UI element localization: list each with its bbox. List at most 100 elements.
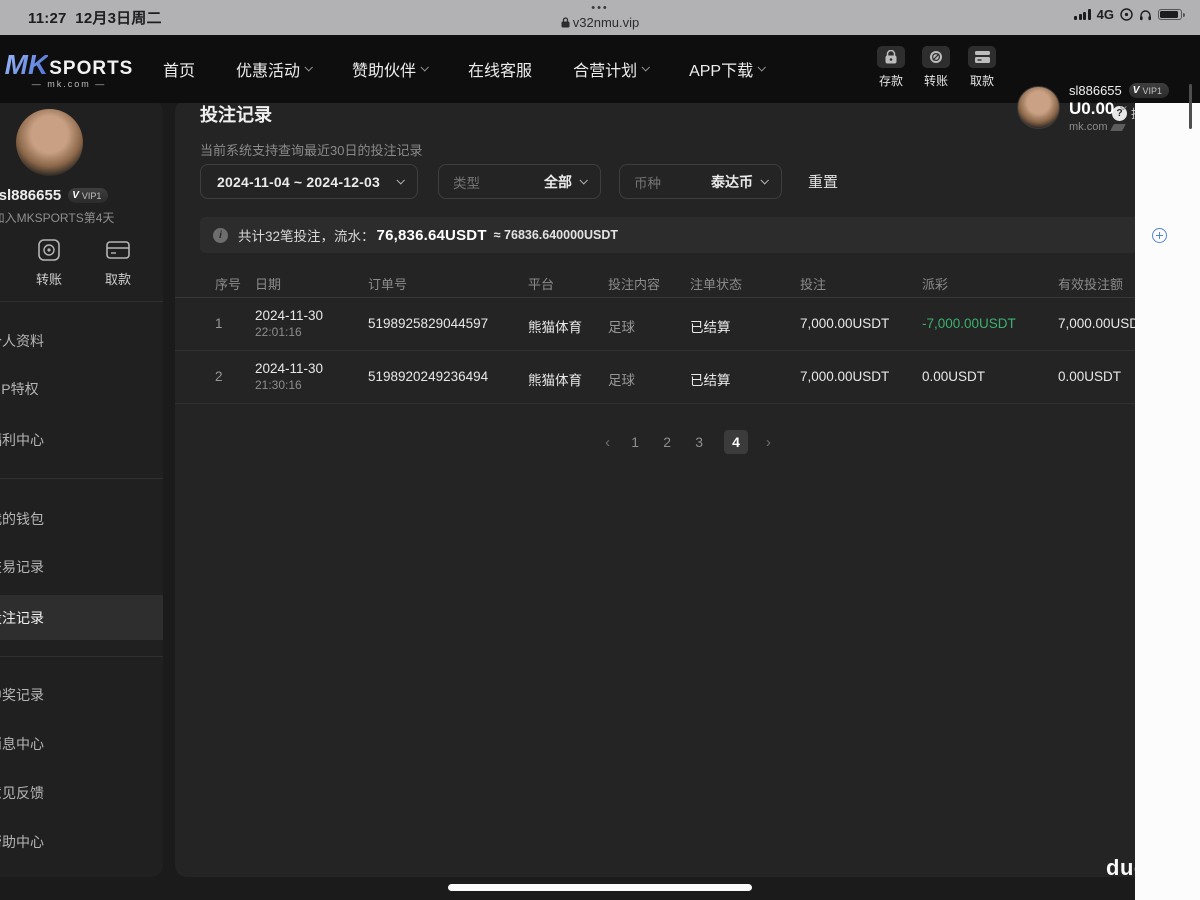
page-2[interactable]: 2 xyxy=(660,434,674,450)
home-indicator[interactable] xyxy=(448,884,752,891)
top-navbar: MK SPORTS — mk.com — 首页 优惠活动 赞助伙伴 在线客服 合… xyxy=(0,35,1200,133)
row-time-text: 22:01:16 xyxy=(255,325,302,339)
site-label: mk.com xyxy=(1069,121,1126,133)
row-date: 2024-11-30 22:01:16 xyxy=(255,308,323,339)
sidebar-item-message-center[interactable]: 消息中心 xyxy=(0,734,44,754)
balance-value: U0.00 xyxy=(1069,99,1115,118)
sidebar-item-winning-records[interactable]: 中奖记录 xyxy=(0,685,44,705)
page-4-active[interactable]: 4 xyxy=(724,430,748,454)
sidebar-transfer-label: 转账 xyxy=(35,272,62,287)
nav-item-app-download[interactable]: APP下载 xyxy=(689,57,767,81)
site-text: mk.com xyxy=(1069,121,1108,133)
right-white-panel xyxy=(1135,103,1200,900)
nav-item-label: APP下载 xyxy=(689,63,754,80)
vip-level-text: VIP1 xyxy=(81,190,102,201)
row-no: 2 xyxy=(215,369,223,384)
table-header: 序号 日期 订单号 平台 投注内容 注单状态 投注 派彩 有效投注额 xyxy=(175,268,1175,298)
vip-v-icon: V xyxy=(72,190,79,201)
sidebar-item-vip-privileges[interactable]: VIP特权 xyxy=(0,379,39,399)
prev-page-icon[interactable]: ‹ xyxy=(605,434,610,451)
sidebar-item-feedback[interactable]: 意见反馈 xyxy=(0,783,44,803)
withdraw-label: 取款 xyxy=(969,74,994,88)
deposit-button[interactable]: 存款 xyxy=(877,46,905,89)
currency-select[interactable]: 币种 泰达币 xyxy=(619,164,782,199)
network-badge: 4G xyxy=(1096,7,1114,22)
sidebar-item-benefits-center[interactable]: 福利中心 xyxy=(0,430,44,450)
row-content: 足球 xyxy=(608,320,635,335)
page-1[interactable]: 1 xyxy=(628,434,642,450)
sidebar-item-wallet[interactable]: 我的钱包 xyxy=(0,509,44,529)
row-status: 已结算 xyxy=(690,320,731,335)
scrollbar[interactable] xyxy=(1189,84,1192,129)
col-valid-bet: 有效投注额 xyxy=(1058,277,1124,292)
joined-days-text: 加入MKSPORTS第4天 xyxy=(0,211,115,225)
balance-dropdown[interactable]: U0.00 xyxy=(1069,99,1128,119)
nav-item-affiliate[interactable]: 合营计划 xyxy=(573,57,651,81)
row-status: 已结算 xyxy=(690,373,731,388)
next-page-icon[interactable]: › xyxy=(766,434,771,451)
mk-sports-logo[interactable]: MK SPORTS — mk.com — xyxy=(5,49,133,89)
type-select[interactable]: 类型 全部 xyxy=(438,164,601,199)
info-icon: i xyxy=(213,227,228,243)
nav-item-label: 在线客服 xyxy=(468,63,533,80)
col-bet: 投注 xyxy=(800,277,827,292)
col-order: 订单号 xyxy=(368,277,408,292)
row-date: 2024-11-30 21:30:16 xyxy=(255,361,323,392)
sidebar-withdraw-button[interactable]: 取款 xyxy=(88,238,148,288)
table-row[interactable]: 2 2024-11-30 21:30:16 5198920249236494 熊猫… xyxy=(175,352,1175,404)
tab-dots[interactable]: ••• xyxy=(0,2,1200,14)
row-valid-bet: 0.00USDT xyxy=(1058,369,1122,384)
transfer-button[interactable]: 转账 xyxy=(922,46,950,89)
row-date-text: 2024-11-30 xyxy=(255,361,324,376)
col-payout: 派彩 xyxy=(922,277,949,292)
withdraw-button[interactable]: 取款 xyxy=(968,46,996,89)
main-nav: 首页 优惠活动 赞助伙伴 在线客服 合营计划 APP下载 xyxy=(163,35,767,103)
reset-button[interactable]: 重置 xyxy=(808,171,838,192)
summary-bar: i 共计32笔投注，流水： 76,836.64USDT ≈ 76836.6400… xyxy=(200,217,1160,253)
bet-records-panel: 投注记录 ? 投 当前系统支持查询最近30日的投注记录 2024-11-04 ~… xyxy=(175,100,1175,877)
row-bet: 7,000.00USDT xyxy=(800,369,890,384)
nav-item-home[interactable]: 首页 xyxy=(163,57,195,81)
sidebar-username: sl886655 xyxy=(0,187,62,204)
summary-amount: 76,836.64USDT xyxy=(376,226,487,244)
plus-circle-icon[interactable] xyxy=(1152,228,1167,243)
col-date: 日期 xyxy=(255,277,282,292)
user-avatar[interactable] xyxy=(1017,86,1060,129)
nav-item-promotions[interactable]: 优惠活动 xyxy=(236,57,313,81)
username-text: sl886655 xyxy=(1069,83,1122,98)
withdraw-icon xyxy=(974,51,990,63)
table-row[interactable]: 1 2024-11-30 22:01:16 5198925829044597 熊猫… xyxy=(175,299,1175,351)
sidebar-item-bet-records[interactable]: 投注记录 xyxy=(0,608,44,628)
vip-badge: V VIP1 xyxy=(1128,83,1169,98)
currency-value: 泰达币 xyxy=(711,173,753,190)
row-order: 5198920249236494 xyxy=(368,369,489,384)
row-order: 5198925829044597 xyxy=(368,316,489,331)
sidebar-withdraw-label: 取款 xyxy=(104,272,131,287)
vip-v-icon: V xyxy=(1132,85,1140,96)
chevron-down-icon xyxy=(641,62,651,72)
col-content: 投注内容 xyxy=(608,277,661,292)
status-bar: 11:27 12月3日周二 ••• v32nmu.vip 4G xyxy=(0,0,1200,35)
query-range-hint: 当前系统支持查询最近30日的投注记录 xyxy=(200,143,423,158)
pagination: ‹ 1 2 3 4 › xyxy=(175,428,1175,456)
currency-label: 币种 xyxy=(634,175,661,191)
sidebar-item-profile[interactable]: 个人资料 xyxy=(0,331,44,351)
summary-prefix: 共计32笔投注，流水： xyxy=(238,229,375,244)
row-bet: 7,000.00USDT xyxy=(800,316,890,331)
sidebar-transfer-button[interactable]: 转账 xyxy=(19,238,79,288)
nav-item-support[interactable]: 在线客服 xyxy=(468,57,532,81)
col-no: 序号 xyxy=(215,277,242,292)
type-label: 类型 xyxy=(453,175,480,191)
date-range-select[interactable]: 2024-11-04 ~ 2024-12-03 xyxy=(200,164,418,199)
avatar[interactable] xyxy=(16,109,83,176)
sidebar-item-help-center[interactable]: 帮助中心 xyxy=(0,832,44,852)
address-bar[interactable]: v32nmu.vip xyxy=(0,15,1200,30)
nav-item-sponsors[interactable]: 赞助伙伴 xyxy=(352,57,429,81)
page-3[interactable]: 3 xyxy=(692,434,706,450)
summary-approx: ≈ 76836.640000USDT xyxy=(493,228,619,242)
row-time-text: 21:30:16 xyxy=(255,378,302,392)
chevron-down-icon xyxy=(757,62,767,72)
sidebar-item-transaction-records[interactable]: 交易记录 xyxy=(0,557,44,577)
logo-mk-text: MK xyxy=(4,49,49,80)
url-text: v32nmu.vip xyxy=(572,15,640,30)
